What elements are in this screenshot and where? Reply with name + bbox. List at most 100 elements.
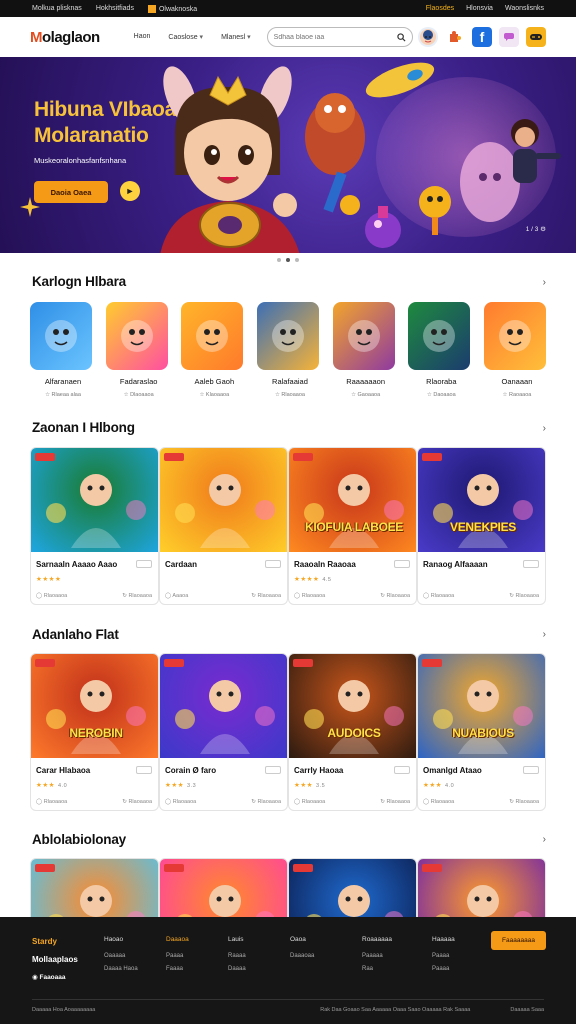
game-thumbnail[interactable]: VENEKPIES [418, 448, 545, 552]
carousel-dot[interactable] [295, 258, 299, 262]
app-icon[interactable] [483, 302, 546, 370]
game-thumbnail[interactable]: PRNDORAY GAMES [160, 859, 287, 917]
app-icon[interactable] [105, 302, 168, 370]
card-meta-left[interactable]: ◯ Rlaoaaoa [36, 799, 67, 805]
game-card[interactable]: Sarnaaln Aaaao Aaao ★★★★ ◯ Rlaoaaoa ↻ Rlaoa… [30, 447, 159, 605]
footer-cta-button[interactable]: Faaaaaaaa [491, 931, 546, 950]
topbar-link-1[interactable]: Molkua plisknas [32, 5, 82, 12]
chat-icon[interactable] [499, 27, 519, 47]
search-input[interactable] [273, 33, 397, 41]
card-meta-right[interactable]: ↻ Rlaoaaoa [251, 593, 281, 599]
footer-link[interactable]: Paaaaa [362, 950, 432, 963]
game-card[interactable]: RDOFT [288, 858, 417, 917]
footer-link[interactable]: Paaaa [432, 950, 494, 963]
game-title[interactable]: Cardaan [165, 560, 197, 569]
game-card[interactable]: NEROBIN Carar Hlabaoa ★★★ 4.0 ◯ Rlaoaaoa ↻ Rl… [30, 653, 159, 811]
game-title[interactable]: Carar Hlabaoa [36, 766, 90, 775]
card-meta-right[interactable]: ↻ Rlaoaaoa [380, 593, 410, 599]
game-title[interactable]: Sarnaaln Aaaao Aaao [36, 560, 117, 569]
game-thumbnail[interactable]: NUABIOUS [418, 654, 545, 758]
nav-item-3[interactable]: Mlanesl [221, 33, 251, 41]
game-card[interactable]: AUDOICS Carrly Haoaa ★★★ 3.5 ◯ Rlaoaaoa ↻ Rla… [288, 653, 417, 811]
game-thumbnail[interactable]: Raoaa Gaaaaa [31, 859, 158, 917]
card-meta-left[interactable]: ◯ Rlaoaaoa [36, 593, 67, 599]
avatar-icon[interactable] [418, 27, 438, 47]
topbar-link-2[interactable]: Hokhsitfiads [96, 5, 134, 12]
footer-link[interactable]: Daaaoaa [290, 950, 362, 963]
app-tile[interactable]: Fadaraslao ☆ Dlaoaaoa [105, 302, 172, 398]
card-meta-left[interactable]: ◯ Rlaoaaoa [294, 593, 325, 599]
game-title[interactable]: Omanlgd Ataao [423, 766, 482, 775]
topbar-link-3[interactable]: Olwaknoska [159, 5, 197, 12]
card-meta-right[interactable]: ↻ Rlaoaaoa [509, 593, 539, 599]
game-title[interactable]: Raaoaln Raaoaa [294, 560, 356, 569]
app-tile[interactable]: Rlaoraba ☆ Daoaaoa [408, 302, 474, 398]
footer-column-heading[interactable]: Haoao [104, 933, 166, 946]
game-thumbnail[interactable]: KIOFUIA LABOEE [289, 448, 416, 552]
app-icon[interactable] [30, 302, 92, 370]
footer-link[interactable]: Raa [362, 963, 432, 976]
app-tile[interactable]: Alfaranaen ☆ Rlaeaa alaa [30, 302, 96, 398]
card-meta-right[interactable]: ↻ Rlaoaaoa [251, 799, 281, 805]
app-icon[interactable] [408, 302, 471, 370]
game-thumbnail[interactable]: NEROBIN [31, 654, 158, 758]
footer-brand-line-1[interactable]: Stardy [32, 933, 78, 951]
card-meta-left[interactable]: ◯ Rlaoaaoa [165, 799, 196, 805]
app-tile[interactable]: Aaleb Gaoh ☆ Klaoaaoa [181, 302, 247, 398]
settings-icon[interactable]: ⚙ [540, 226, 546, 233]
search-icon[interactable] [396, 32, 406, 42]
footer-column-heading[interactable]: Lauis [228, 933, 290, 946]
game-title[interactable]: Carrly Haoaa [294, 766, 343, 775]
chevron-right-icon[interactable]: › [543, 834, 546, 845]
footer-link[interactable]: Oaaaaa [104, 950, 166, 963]
game-thumbnail[interactable] [160, 654, 287, 758]
game-controller-icon[interactable] [526, 27, 546, 47]
game-thumbnail[interactable] [31, 448, 158, 552]
footer-column-heading[interactable]: Roaaaaaa [362, 933, 432, 946]
footer-column-heading[interactable]: Haaaaa [432, 933, 494, 946]
site-logo[interactable]: Molaglaon [30, 29, 100, 46]
checkbox-icon[interactable] [147, 4, 156, 13]
carousel-dot[interactable] [277, 258, 281, 262]
hero-cta-button[interactable]: Daoia Oaea [34, 181, 108, 203]
hero-banner[interactable]: Hibuna VIbaoa Molaranatio Muskeoralonhasf… [0, 57, 576, 253]
game-card[interactable]: Raoaa Gaaaaa [30, 858, 159, 917]
nav-item-1[interactable]: Haon [134, 33, 151, 41]
app-tile[interactable]: Raaaaaaon ☆ Gaoaaoa [332, 302, 399, 398]
card-meta-left[interactable]: ◯ Rlaoaaoa [423, 799, 454, 805]
footer-link[interactable]: Daaaa Haoa [104, 963, 166, 976]
card-meta-right[interactable]: ↻ Rlaoaaoa [122, 593, 152, 599]
game-card[interactable] [417, 858, 546, 917]
footer-brand-line-3[interactable]: ◉ Faaoaaa [32, 969, 78, 987]
app-tile[interactable]: Ralafaaiad ☆ Rlaoaaoa [256, 302, 323, 398]
topbar-right-link-2[interactable]: Hlonsvia [466, 5, 493, 12]
card-meta-left[interactable]: ◯ Rlaoaaoa [423, 593, 454, 599]
chevron-right-icon[interactable]: › [543, 277, 546, 288]
game-thumbnail[interactable]: AUDOICS [289, 654, 416, 758]
game-card[interactable]: PRNDORAY GAMES [159, 858, 288, 917]
game-title[interactable]: Ranaog Alfaaaan [423, 560, 488, 569]
game-card[interactable]: VENEKPIES Ranaog Alfaaaan ◯ Rlaoaaoa ↻ Rlao… [417, 447, 546, 605]
facebook-icon[interactable]: f [472, 27, 492, 47]
footer-link[interactable]: Faaaa [166, 963, 228, 976]
chevron-right-icon[interactable]: › [543, 629, 546, 640]
carousel-dot-active[interactable] [286, 258, 290, 262]
play-icon[interactable]: ► [120, 181, 140, 201]
game-card[interactable]: Cardaan ◯ Aaaoa ↻ Rlaoaaoa [159, 447, 288, 605]
footer-link[interactable]: Paaaa [166, 950, 228, 963]
card-meta-right[interactable]: ↻ Rlaoaaoa [380, 799, 410, 805]
footer-links[interactable]: Rak Daa Goaao Saa Aaaaaa Oaaa Saao Oaaaa… [320, 1007, 470, 1013]
footer-column-heading[interactable]: Oaoa [290, 933, 362, 946]
topbar-right-link-3[interactable]: Waonslisnks [505, 5, 544, 12]
game-card[interactable]: Corain Ø faro ★★★ 3.3 ◯ Rlaoaaoa ↻ Rlaoaaoa [159, 653, 288, 811]
app-icon[interactable] [181, 302, 244, 370]
game-thumbnail[interactable]: RDOFT [289, 859, 416, 917]
puzzle-icon[interactable] [445, 27, 465, 47]
footer-brand-line-2[interactable]: Mollaaplaos [32, 951, 78, 969]
game-thumbnail[interactable] [160, 448, 287, 552]
topbar-right-link-1[interactable]: Flaosdes [426, 5, 454, 12]
footer-legal-link[interactable]: Daaaaa Saaa [510, 1007, 544, 1013]
app-icon[interactable] [256, 302, 319, 370]
footer-link[interactable]: Daaaa [228, 963, 290, 976]
app-tile[interactable]: Oanaaan ☆ Raoaaoa [483, 302, 550, 398]
